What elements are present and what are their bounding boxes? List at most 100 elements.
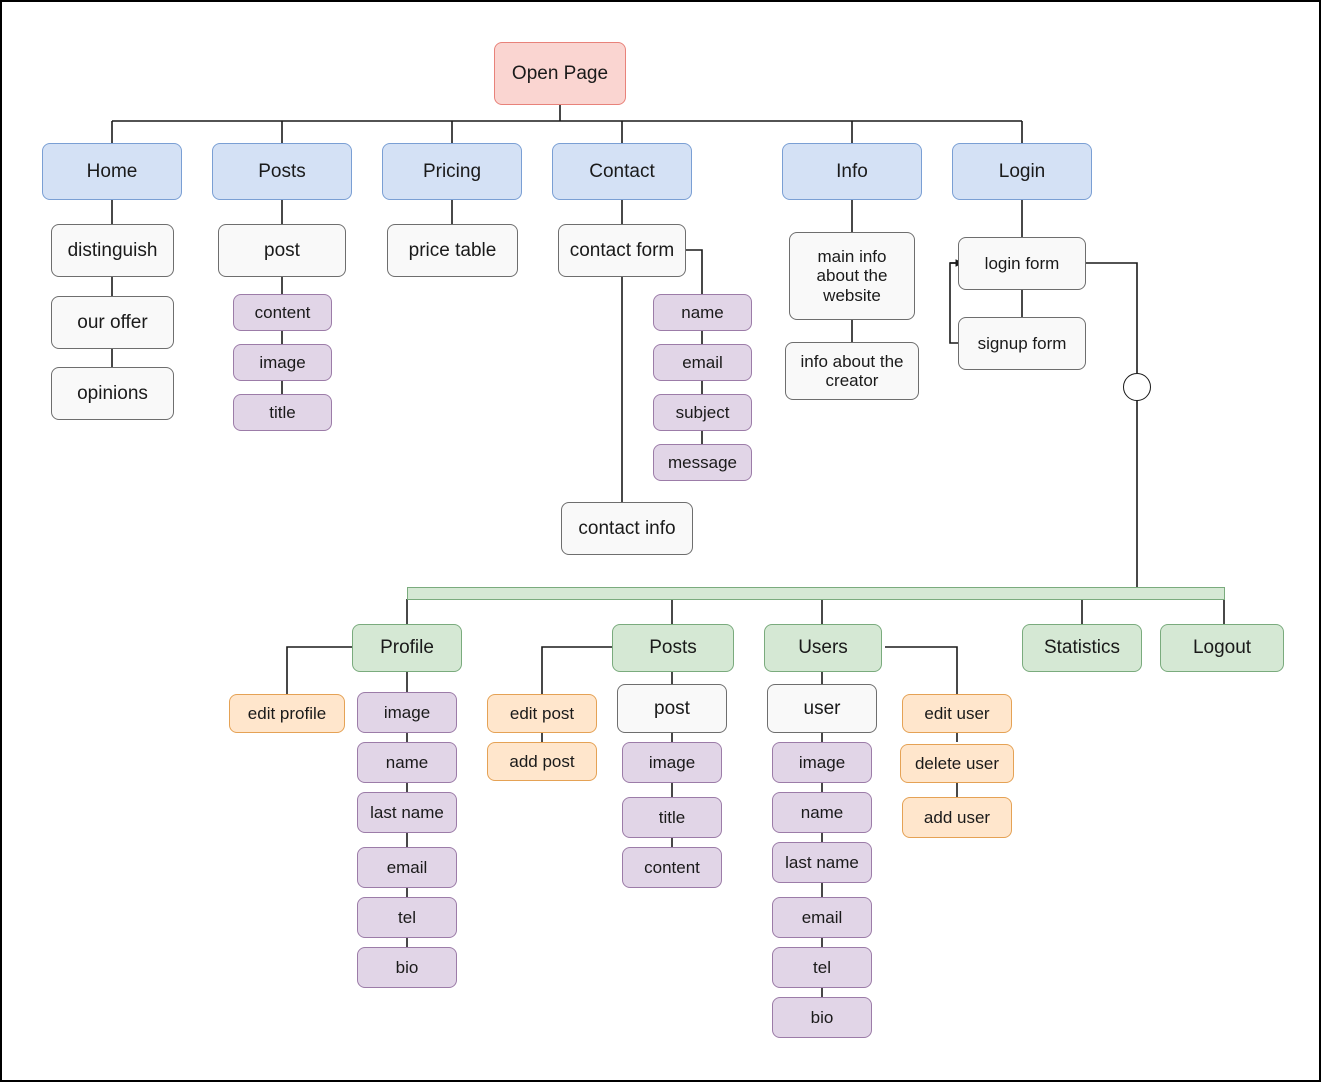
node-login-form[interactable]: login form [958, 237, 1086, 290]
node-nav-home[interactable]: Home [42, 143, 182, 200]
node-label: Logout [1192, 637, 1252, 659]
node-label: image [648, 752, 696, 772]
node-label: price table [408, 239, 497, 261]
node-label: last name [370, 802, 444, 822]
node-nav-contact[interactable]: Contact [552, 143, 692, 200]
node-label: our offer [77, 311, 148, 333]
node-label: Profile [380, 637, 434, 659]
node-admin-users[interactable]: Users [764, 624, 882, 672]
node-action-add-post[interactable]: add post [487, 742, 597, 781]
node-signup-form[interactable]: signup form [958, 317, 1086, 370]
node-label: email [682, 352, 723, 372]
node-label: contact info [578, 517, 676, 539]
node-user-field-image[interactable]: image [772, 742, 872, 783]
node-label: opinions [77, 382, 148, 404]
node-label: image [259, 352, 306, 372]
node-home-distinguish[interactable]: distinguish [51, 224, 174, 277]
node-profile-field-last-name[interactable]: last name [357, 792, 457, 833]
node-profile-field-name[interactable]: name [357, 742, 457, 783]
node-info-creator-info[interactable]: info about the creator [785, 342, 919, 400]
edge-adminposts-editpost [541, 646, 612, 694]
node-contact-field-subject[interactable]: subject [653, 394, 752, 431]
node-label: signup form [977, 333, 1067, 353]
node-nav-info[interactable]: Info [782, 143, 922, 200]
node-posts-field-content[interactable]: content [233, 294, 332, 331]
node-label: edit user [924, 703, 990, 723]
admin-panel-bar [407, 587, 1225, 600]
node-user-field-email[interactable]: email [772, 897, 872, 938]
edge-contactform-name [686, 249, 703, 294]
node-profile-field-bio[interactable]: bio [357, 947, 457, 988]
node-label: message [668, 452, 737, 472]
node-user-field-bio[interactable]: bio [772, 997, 872, 1038]
node-home-opinions[interactable]: opinions [51, 367, 174, 420]
node-label: title [658, 807, 686, 827]
node-action-add-user[interactable]: add user [902, 797, 1012, 838]
node-profile-field-tel[interactable]: tel [357, 897, 457, 938]
node-action-edit-user[interactable]: edit user [902, 694, 1012, 733]
node-label: Open Page [511, 62, 609, 84]
node-contact-info[interactable]: contact info [561, 502, 693, 555]
node-admin-profile[interactable]: Profile [352, 624, 462, 672]
node-label: email [386, 857, 428, 877]
node-label: image [798, 752, 846, 772]
node-label: tel [813, 957, 831, 977]
node-pricing-price-table[interactable]: price table [387, 224, 518, 277]
edge-loginform-to-circle [1086, 262, 1138, 373]
node-nav-login[interactable]: Login [952, 143, 1092, 200]
node-admin-logout[interactable]: Logout [1160, 624, 1284, 672]
node-label: Info [836, 160, 868, 182]
node-label: last name [785, 852, 859, 872]
node-label: Posts [258, 160, 306, 182]
node-label: Statistics [1043, 637, 1121, 659]
node-label: tel [398, 907, 416, 927]
node-home-our-offer[interactable]: our offer [51, 296, 174, 349]
node-posts-field-title[interactable]: title [233, 394, 332, 431]
edge-profile-editprofile [286, 646, 357, 694]
node-label: login form [984, 253, 1060, 273]
node-admin-posts[interactable]: Posts [612, 624, 734, 672]
diagram-canvas: Open Page Home Posts Pricing Contact Inf… [0, 0, 1321, 1082]
node-label: Home [86, 160, 138, 182]
edge-users-edituser [885, 646, 958, 694]
node-admin-statistics[interactable]: Statistics [1022, 624, 1142, 672]
node-admin-post-field-content[interactable]: content [622, 847, 722, 888]
junction-circle-icon [1123, 373, 1151, 401]
node-contact-field-name[interactable]: name [653, 294, 752, 331]
node-admin-users-user[interactable]: user [767, 684, 877, 733]
node-user-field-last-name[interactable]: last name [772, 842, 872, 883]
node-action-delete-user[interactable]: delete user [900, 744, 1014, 783]
node-label: name [681, 302, 724, 322]
node-profile-field-image[interactable]: image [357, 692, 457, 733]
node-nav-pricing[interactable]: Pricing [382, 143, 522, 200]
node-user-field-name[interactable]: name [772, 792, 872, 833]
node-contact-field-email[interactable]: email [653, 344, 752, 381]
node-label: info about the creator [800, 351, 904, 390]
node-action-edit-post[interactable]: edit post [487, 694, 597, 733]
node-profile-field-email[interactable]: email [357, 847, 457, 888]
node-user-field-tel[interactable]: tel [772, 947, 872, 988]
node-label: add post [509, 751, 575, 771]
node-label: user [803, 697, 841, 719]
node-label: image [383, 702, 431, 722]
node-label: delete user [914, 753, 1000, 773]
node-admin-post-field-title[interactable]: title [622, 797, 722, 838]
node-posts-field-image[interactable]: image [233, 344, 332, 381]
node-label: subject [675, 402, 730, 422]
node-label: Login [998, 160, 1046, 182]
node-contact-form[interactable]: contact form [558, 224, 686, 277]
node-label: add user [923, 807, 991, 827]
node-open-page[interactable]: Open Page [494, 42, 626, 105]
node-label: edit post [509, 703, 575, 723]
node-label: bio [395, 957, 419, 977]
node-label: name [800, 802, 844, 822]
node-admin-post-field-image[interactable]: image [622, 742, 722, 783]
node-nav-posts[interactable]: Posts [212, 143, 352, 200]
node-posts-post[interactable]: post [218, 224, 346, 277]
node-action-edit-profile[interactable]: edit profile [229, 694, 345, 733]
node-label: Contact [589, 160, 655, 182]
node-label: contact form [569, 239, 675, 261]
node-contact-field-message[interactable]: message [653, 444, 752, 481]
node-admin-posts-post[interactable]: post [617, 684, 727, 733]
node-info-main-info[interactable]: main info about the website [789, 232, 915, 320]
